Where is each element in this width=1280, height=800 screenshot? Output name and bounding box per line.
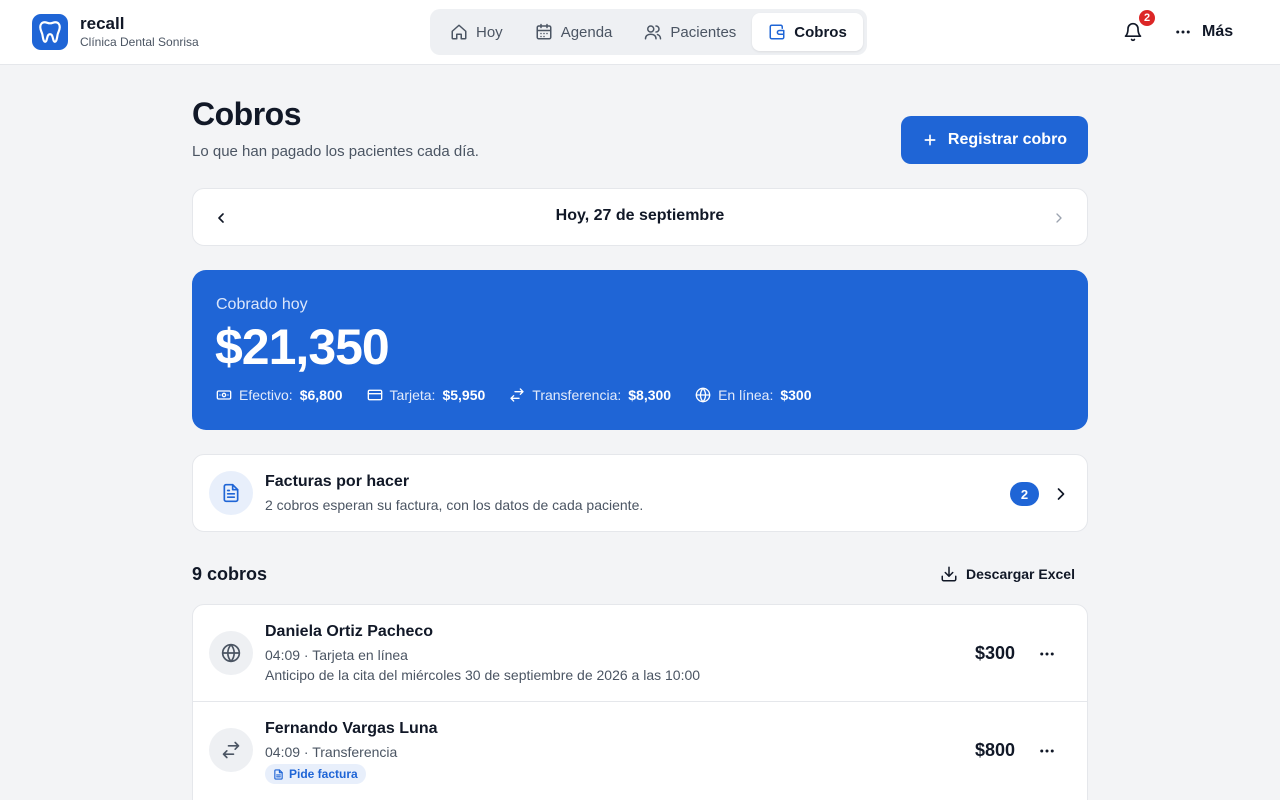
row-menu-button[interactable] (1035, 739, 1059, 763)
payment-meta: 04:09 · Transferencia (265, 744, 398, 760)
page-title: Cobros (192, 96, 302, 132)
tab-pacientes[interactable]: Pacientes (628, 13, 752, 51)
page-subtitle: Lo que han pagado los pacientes cada día… (192, 143, 479, 160)
payment-meta: 04:09 · Tarjeta en línea (265, 647, 408, 663)
top-bar: recall Clínica Dental Sonrisa Hoy Agenda… (0, 0, 1280, 65)
globe-icon (209, 631, 253, 675)
register-payment-button[interactable]: Registrar cobro (901, 116, 1088, 164)
document-icon (274, 768, 283, 780)
plus-icon (924, 134, 936, 146)
patient-name: Daniela Ortiz Pacheco (265, 623, 434, 640)
current-date: Hoy, 27 de septiembre (555, 207, 725, 224)
globe-icon (695, 387, 711, 403)
pending-invoices-card[interactable]: Facturas por hacer 2 cobros esperan su f… (192, 454, 1088, 532)
transfer-icon (510, 388, 524, 402)
payment-methods-breakdown: Efectivo: $6,800 Tarjeta: $5,950 Transfe… (216, 387, 836, 403)
clinic-name: Clínica Dental Sonrisa (80, 35, 199, 49)
payments-list: Daniela Ortiz Pacheco 04:09 · Tarjeta en… (192, 604, 1088, 800)
document-icon (209, 471, 253, 515)
register-payment-label: Registrar cobro (947, 131, 1068, 148)
payment-amount: $300 (974, 643, 1015, 663)
calendar-icon (536, 23, 552, 40)
brand[interactable]: recall Clínica Dental Sonrisa (32, 14, 199, 50)
transfer-icon (209, 728, 253, 772)
method-label: Efectivo: (239, 387, 293, 403)
main-nav: Hoy Agenda Pacientes Cobros (430, 9, 867, 55)
tab-label: Hoy (476, 23, 503, 41)
chevron-right-icon (1051, 484, 1071, 504)
summary-total: $21,350 (215, 319, 390, 375)
download-icon (941, 566, 957, 582)
invoices-title: Facturas por hacer (265, 473, 410, 490)
method-online: En línea: $300 (695, 387, 812, 403)
method-label: En línea: (718, 387, 774, 403)
ellipsis-icon (1176, 30, 1190, 34)
users-icon (645, 25, 662, 40)
more-label: Más (1202, 23, 1234, 40)
row-menu-button[interactable] (1035, 642, 1059, 666)
method-value: $6,800 (299, 387, 343, 403)
download-excel-button[interactable]: Descargar Excel (940, 564, 1075, 584)
method-label: Transferencia: (532, 387, 622, 403)
payment-row[interactable]: Fernando Vargas Luna 04:09 · Transferenc… (193, 702, 1087, 800)
payment-amount: $800 (974, 740, 1015, 760)
method-label: Tarjeta: (389, 387, 436, 403)
method-value: $5,950 (442, 387, 486, 403)
tab-label: Agenda (560, 23, 613, 41)
method-value: $8,300 (628, 387, 672, 403)
payment-row[interactable]: Daniela Ortiz Pacheco 04:09 · Tarjeta en… (193, 605, 1087, 702)
tag-label: Pide factura (289, 767, 358, 781)
download-excel-label: Descargar Excel (966, 566, 1075, 582)
method-cash: Efectivo: $6,800 (216, 387, 343, 403)
summary-label: Cobrado hoy (216, 296, 308, 313)
tab-agenda[interactable]: Agenda (519, 13, 629, 51)
tab-label: Cobros (794, 23, 847, 41)
card-icon (367, 389, 382, 401)
patient-name: Fernando Vargas Luna (265, 720, 438, 737)
method-value: $300 (780, 387, 812, 403)
ellipsis-icon (1040, 749, 1054, 753)
tab-hoy[interactable]: Hoy (434, 13, 519, 51)
tab-cobros[interactable]: Cobros (752, 13, 863, 51)
chevron-right-icon (1056, 213, 1062, 223)
next-day-button[interactable] (1049, 208, 1069, 228)
ellipsis-icon (1040, 652, 1054, 656)
method-card: Tarjeta: $5,950 (367, 387, 486, 403)
invoice-requested-tag: Pide factura (265, 764, 366, 784)
payment-note: Anticipo de la cita del miércoles 30 de … (265, 667, 701, 683)
tab-label: Pacientes (670, 23, 737, 41)
wallet-icon (769, 24, 785, 40)
invoices-count-badge: 2 (1010, 482, 1039, 506)
date-navigator: Hoy, 27 de septiembre (192, 188, 1088, 246)
tooth-icon (32, 14, 68, 50)
method-transfer: Transferencia: $8,300 (509, 387, 671, 403)
more-menu-button[interactable]: Más (1174, 20, 1233, 44)
payments-count: 9 cobros (192, 564, 268, 584)
daily-summary-card: Cobrado hoy $21,350 Efectivo: $6,800 Tar… (192, 270, 1088, 430)
notification-badge: 2 (1137, 8, 1157, 28)
invoices-subtitle: 2 cobros esperan su factura, con los dat… (265, 497, 644, 513)
home-icon (451, 24, 467, 40)
brand-name: recall (80, 14, 125, 33)
cash-icon (216, 390, 232, 400)
